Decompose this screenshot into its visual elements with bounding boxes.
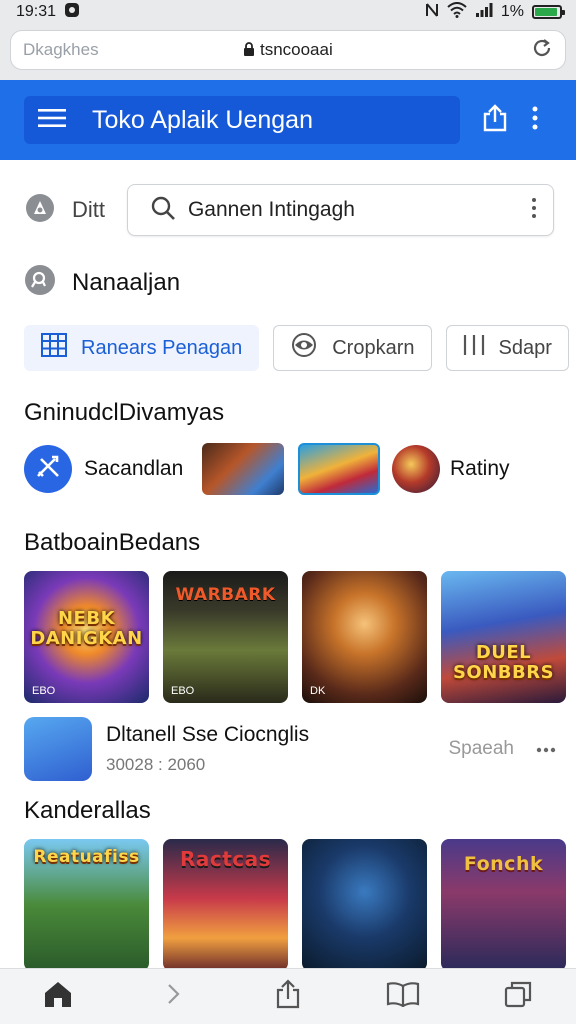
category-thumbnail[interactable]	[202, 443, 284, 495]
game-art-title: Ractcas	[179, 847, 272, 871]
header-bar: Toko Aplaik Uengan	[24, 96, 460, 144]
wifi-icon	[447, 1, 467, 23]
battery-percent: 1%	[500, 3, 524, 20]
featured-app[interactable]: Dltanell Sse Ciocnglis 30028 : 2060 Spae…	[0, 703, 576, 781]
filter-label: Ditt	[72, 197, 105, 222]
bars-icon	[463, 333, 485, 363]
category-thumbnail[interactable]	[298, 443, 380, 495]
game-art-title: WARBARK	[175, 585, 276, 605]
game-art-title: DUEL SONBBRS	[452, 642, 555, 683]
game-card[interactable]	[302, 839, 427, 971]
filter-chips: Ranears Penagan Cropkarn Sdapr	[0, 301, 576, 371]
filter-icon[interactable]	[24, 192, 56, 229]
game-card[interactable]: WARBARK EBO	[163, 571, 288, 703]
game-card-badge: EBO	[171, 685, 195, 697]
search-options-icon[interactable]	[531, 197, 537, 224]
grid-icon	[41, 333, 67, 363]
category-label[interactable]: Sacandlan	[84, 457, 202, 481]
game-card[interactable]: NEBK DANIGKAN EBO	[24, 571, 149, 703]
more-vertical-icon[interactable]	[532, 106, 538, 135]
location-label: Nanaaljan	[72, 268, 181, 296]
search-input[interactable]: Gannen Intingagh	[126, 184, 554, 236]
category-row: Sacandlan Ratiny	[0, 427, 576, 495]
chip-raneaes-penagan[interactable]: Ranears Penagan	[24, 325, 260, 371]
category-label[interactable]: Ratiny	[450, 457, 510, 481]
chip-label: Ranears Penagan	[81, 336, 243, 359]
nav-home[interactable]	[28, 969, 88, 1024]
game-card[interactable]: DUEL SONBBRS	[441, 571, 566, 703]
chevron-right-icon	[166, 983, 180, 1010]
search-row: Ditt Gannen Intingagh	[0, 160, 576, 236]
status-bar: 19:31 1%	[0, 0, 576, 24]
category-icon-button[interactable]	[24, 445, 72, 493]
signal-icon	[475, 2, 493, 23]
tabs-icon	[504, 980, 532, 1013]
eye-icon	[290, 333, 318, 363]
location-row[interactable]: Nanaaljan	[0, 236, 576, 301]
section-title-categories: GninudclDivamyas	[24, 399, 225, 426]
address-bar[interactable]: Dkagkhes tsncooaai	[10, 30, 566, 70]
featured-app-action[interactable]: Spaeah	[448, 738, 514, 760]
nav-bookmarks[interactable]	[373, 969, 433, 1024]
game-card[interactable]: Ractcas	[163, 839, 288, 971]
search-icon	[150, 195, 176, 226]
nav-forward[interactable]	[143, 969, 203, 1024]
menu-icon[interactable]	[38, 108, 66, 133]
app-store-screen: 19:31 1% Dkagkhes tsncooaai Toko Aplaik …	[0, 0, 576, 1024]
section-title-popular: BatboainBedans	[24, 529, 201, 556]
game-card[interactable]: Fonchk	[441, 839, 566, 971]
share-icon[interactable]	[482, 103, 508, 137]
home-icon	[43, 980, 73, 1013]
cross-swords-icon	[35, 454, 61, 485]
game-art-title: Reatuafiss	[33, 847, 140, 867]
chip-label: Sdapr	[498, 336, 552, 359]
search-placeholder: Gannen Intingagh	[187, 198, 355, 221]
nfc-icon	[425, 2, 439, 23]
battery-icon	[532, 5, 565, 19]
chip-sdapr[interactable]: Sdapr	[445, 325, 569, 371]
tab-title: Dkagkhes	[23, 40, 99, 59]
new-games-grid: Reatuafiss Ractcas Fonchk	[0, 825, 576, 971]
game-card[interactable]: Reatuafiss	[24, 839, 149, 971]
chip-label: Cropkarn	[332, 336, 415, 359]
more-horizontal-icon[interactable]	[536, 740, 556, 758]
share-icon	[275, 979, 301, 1014]
status-time: 19:31	[16, 3, 57, 20]
location-icon	[24, 264, 56, 301]
nav-tabs[interactable]	[488, 969, 548, 1024]
game-art-title: Fonchk	[463, 853, 544, 875]
popular-games-grid: NEBK DANIGKAN EBO WARBARK EBO DK DUEL SO…	[0, 557, 576, 703]
featured-app-subtitle: 30028 : 2060	[106, 755, 206, 774]
game-card-badge: DK	[310, 685, 326, 697]
featured-app-icon	[24, 717, 92, 781]
category-avatar[interactable]	[392, 445, 440, 493]
page-title: Toko Aplaik Uengan	[92, 105, 313, 134]
game-card-badge: EBO	[32, 685, 56, 697]
game-card[interactable]: DK	[302, 571, 427, 703]
lock-icon	[243, 40, 260, 59]
reload-icon[interactable]	[531, 37, 553, 64]
browser-chrome: Dkagkhes tsncooaai	[0, 24, 576, 80]
battery-level	[535, 8, 557, 16]
bottom-navigation	[0, 968, 576, 1024]
section-title-new: Kanderallas	[24, 797, 151, 824]
game-art-title: NEBK DANIGKAN	[30, 608, 143, 649]
featured-app-title: Dltanell Sse Ciocnglis	[106, 723, 310, 746]
url-text: tsncooaai	[259, 40, 333, 59]
book-icon	[386, 981, 420, 1012]
app-header: Toko Aplaik Uengan	[0, 80, 576, 160]
notification-icon	[64, 2, 80, 23]
chip-cropkarn[interactable]: Cropkarn	[273, 325, 432, 371]
nav-share[interactable]	[258, 969, 318, 1024]
